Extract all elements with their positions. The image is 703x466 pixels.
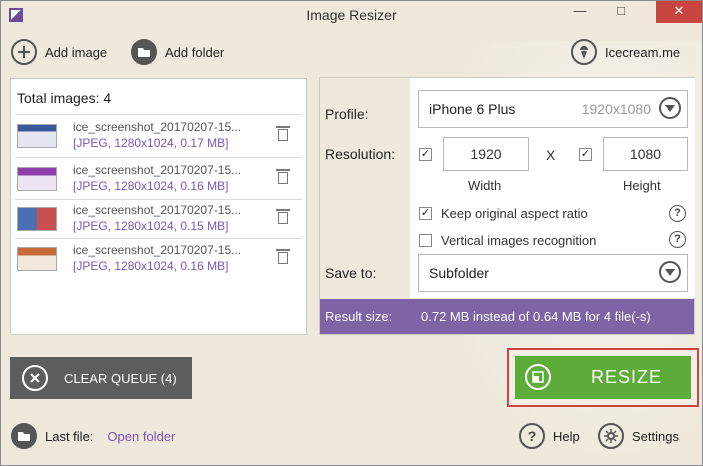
gear-icon: [598, 423, 624, 449]
plus-icon: [11, 39, 37, 65]
question-icon: ?: [519, 423, 545, 449]
chevron-down-icon: [659, 97, 681, 119]
resize-label: RESIZE: [591, 367, 663, 387]
clear-queue-button[interactable]: CLEAR QUEUE (4): [10, 357, 192, 399]
folder-icon: [131, 39, 157, 65]
resize-highlight: RESIZE: [507, 348, 699, 407]
help-icon[interactable]: ?: [669, 205, 686, 222]
keep-aspect-checkbox[interactable]: ✓: [419, 207, 432, 220]
result-size-label: Result size:: [325, 309, 393, 324]
add-image-label: Add image: [45, 44, 108, 60]
maximize-button[interactable]: □: [606, 1, 636, 23]
settings-button[interactable]: Settings: [598, 423, 679, 449]
minimize-button[interactable]: —: [565, 1, 595, 23]
image-thumbnail: [17, 247, 57, 271]
trash-icon[interactable]: [276, 249, 290, 265]
file-info: [JPEG, 1280x1024, 0.16 MB]: [73, 259, 229, 273]
divider: [15, 114, 302, 115]
image-thumbnail: [17, 167, 57, 191]
resize-button[interactable]: RESIZE: [515, 356, 691, 399]
image-queue-panel: Total images: 4 ice_screenshot_20170207-…: [10, 78, 307, 335]
list-item[interactable]: ice_screenshot_20170207-15... [JPEG, 128…: [11, 159, 306, 199]
list-item[interactable]: ice_screenshot_20170207-15... [JPEG, 128…: [11, 116, 306, 156]
title-bar: Image Resizer — □ ✕: [1, 1, 702, 31]
help-icon[interactable]: ?: [669, 231, 686, 248]
add-folder-label: Add folder: [165, 44, 225, 60]
height-input[interactable]: 1080: [603, 137, 688, 171]
resolution-label: Resolution:: [325, 146, 396, 162]
add-image-button[interactable]: Add image: [11, 38, 107, 66]
add-folder-button[interactable]: Add folder: [131, 38, 224, 66]
chevron-down-icon: [659, 261, 681, 283]
image-thumbnail: [17, 124, 57, 148]
save-to-dropdown[interactable]: Subfolder: [418, 254, 688, 292]
help-button[interactable]: ? Help: [519, 423, 580, 449]
file-name: ice_screenshot_20170207-15...: [73, 203, 242, 217]
file-info: [JPEG, 1280x1024, 0.17 MB]: [73, 136, 229, 150]
vertical-recognition-checkbox[interactable]: [419, 234, 432, 247]
clear-queue-label: CLEAR QUEUE (4): [64, 370, 177, 386]
resize-icon: [525, 364, 551, 390]
save-to-value: Subfolder: [429, 265, 489, 281]
trash-icon[interactable]: [276, 169, 290, 185]
icecream-logo-icon: [571, 39, 597, 65]
last-file-section: Last file: Open folder: [11, 423, 175, 449]
trash-icon[interactable]: [276, 209, 290, 225]
close-icon: [22, 365, 48, 391]
width-label: Width: [468, 178, 502, 193]
width-checkbox[interactable]: ✓: [419, 148, 432, 161]
width-input[interactable]: 1920: [443, 137, 529, 171]
list-item[interactable]: ice_screenshot_20170207-15... [JPEG, 128…: [11, 199, 306, 239]
trash-icon[interactable]: [276, 126, 290, 142]
file-name: ice_screenshot_20170207-15...: [73, 163, 242, 177]
folder-icon: [11, 423, 37, 449]
divider: [15, 157, 302, 158]
profile-dimensions: 1920x1080: [581, 101, 651, 117]
last-file-label: Last file:: [45, 428, 94, 444]
total-images-label: Total images: 4: [17, 90, 112, 106]
times-separator: X: [546, 147, 556, 163]
height-checkbox[interactable]: ✓: [579, 148, 592, 161]
list-item[interactable]: ice_screenshot_20170207-15... [JPEG, 128…: [11, 239, 306, 279]
result-size-value: 0.72 MB instead of 0.64 MB for 4 file(-s…: [421, 309, 651, 324]
open-folder-link[interactable]: Open folder: [107, 429, 175, 444]
brand-link[interactable]: Icecream.me: [571, 38, 680, 66]
settings-label: Settings: [632, 428, 679, 444]
file-name: ice_screenshot_20170207-15...: [73, 243, 242, 257]
window-title: Image Resizer: [306, 7, 397, 23]
vertical-recognition-label: Vertical images recognition: [441, 233, 597, 248]
file-info: [JPEG, 1280x1024, 0.15 MB]: [73, 219, 229, 233]
profile-label: Profile:: [325, 106, 369, 122]
profile-value: iPhone 6 Plus: [429, 101, 516, 117]
keep-aspect-label: Keep original aspect ratio: [441, 206, 588, 221]
settings-panel: iPhone 6 Plus 1920x1080 ✓ 1920 X ✓ 1080 …: [319, 77, 695, 335]
profile-dropdown[interactable]: iPhone 6 Plus 1920x1080: [418, 90, 688, 128]
app-window: Image Resizer — □ ✕ Add image Add folder…: [0, 0, 703, 466]
help-label: Help: [553, 428, 580, 444]
height-label: Height: [623, 178, 661, 193]
settings-form: iPhone 6 Plus 1920x1080 ✓ 1920 X ✓ 1080 …: [410, 78, 695, 298]
file-info: [JPEG, 1280x1024, 0.16 MB]: [73, 179, 229, 193]
result-size-bar: Result size: 0.72 MB instead of 0.64 MB …: [320, 299, 694, 334]
save-to-label: Save to:: [325, 265, 377, 281]
file-name: ice_screenshot_20170207-15...: [73, 120, 242, 134]
image-thumbnail: [17, 207, 57, 231]
brand-label: Icecream.me: [605, 44, 681, 60]
close-button[interactable]: ✕: [656, 1, 702, 23]
